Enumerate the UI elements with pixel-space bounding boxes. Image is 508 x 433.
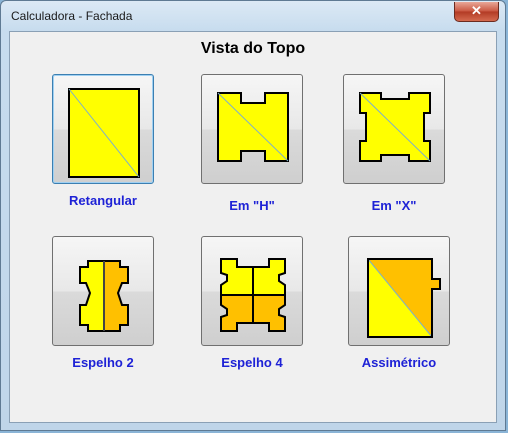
option-em-x[interactable]: Em "X"	[343, 74, 447, 213]
option-espelho-2[interactable]: Espelho 2	[52, 236, 156, 370]
title-bar[interactable]: Calculadora - Fachada ✕	[1, 1, 505, 31]
rectangular-shape-icon	[68, 88, 140, 178]
option-label: Espelho 2	[72, 355, 134, 370]
retangular-button[interactable]	[52, 74, 154, 184]
close-button[interactable]: ✕	[454, 2, 499, 22]
option-label: Em "H"	[229, 198, 275, 213]
mirror-2-shape-icon	[79, 260, 129, 332]
mirror-4-shape-icon	[220, 258, 286, 332]
option-label: Assimétrico	[361, 355, 437, 370]
x-shape-icon	[359, 92, 431, 162]
espelho-4-button[interactable]	[201, 236, 303, 346]
option-label: Em "X"	[371, 198, 417, 213]
asymmetric-shape-icon	[367, 258, 441, 338]
em-x-button[interactable]	[343, 74, 445, 184]
option-em-h[interactable]: Em "H"	[201, 74, 305, 213]
option-espelho-4[interactable]: Espelho 4	[201, 236, 305, 370]
window-title: Calculadora - Fachada	[11, 9, 133, 23]
option-assimetrico[interactable]: Assimétrico	[348, 236, 452, 370]
espelho-2-button[interactable]	[52, 236, 154, 346]
assimetrico-button[interactable]	[348, 236, 450, 346]
option-retangular[interactable]: Retangular	[52, 74, 156, 208]
dialog-window: Calculadora - Fachada ✕ Vista do Topo Re…	[0, 0, 506, 431]
option-label: Espelho 4	[221, 355, 283, 370]
h-shape-icon	[217, 92, 289, 162]
em-h-button[interactable]	[201, 74, 303, 184]
option-label: Retangular	[69, 193, 137, 208]
view-heading: Vista do Topo	[200, 40, 306, 57]
dialog-content: Vista do Topo Retangular Em "H" Em "X" E…	[9, 31, 497, 423]
